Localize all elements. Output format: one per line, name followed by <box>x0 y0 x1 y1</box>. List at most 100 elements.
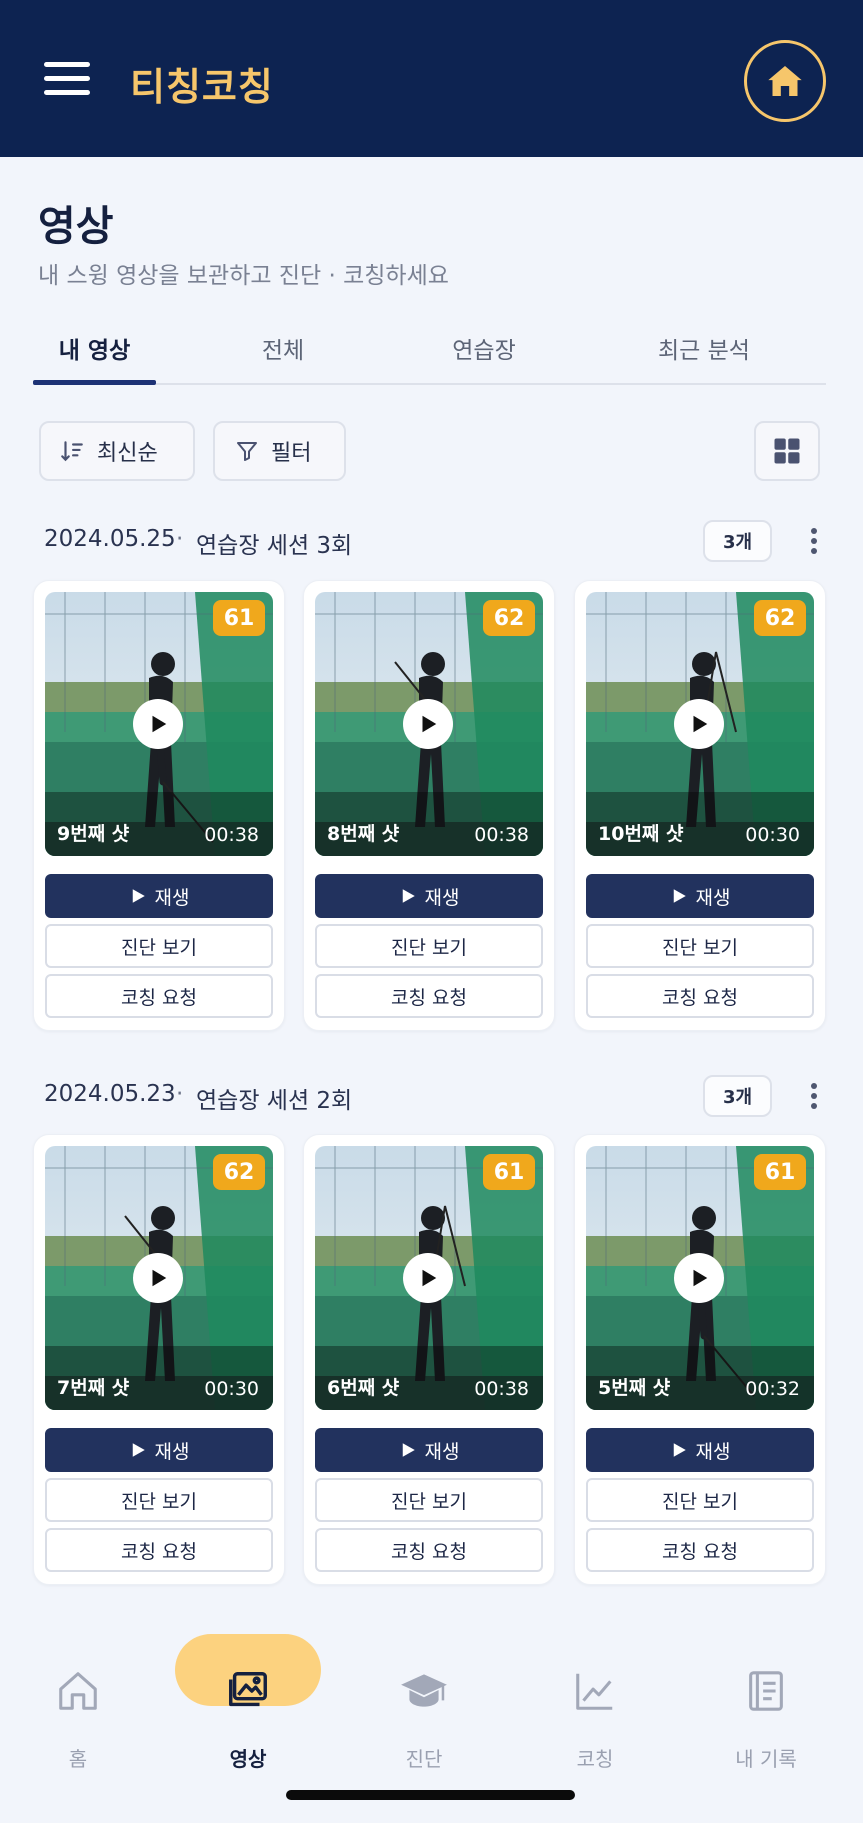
nav-label: 코칭 <box>576 1747 614 1771</box>
video-thumbnail[interactable]: 61 5번째 샷 00:32 <box>586 1146 814 1410</box>
play-icon <box>422 715 437 733</box>
request-coaching-button[interactable]: 코칭 요청 <box>315 1528 543 1572</box>
video-thumbnail[interactable]: 61 6번째 샷 00:38 <box>315 1146 543 1410</box>
page-title: 영상 <box>38 202 114 250</box>
nav-item-coaching[interactable]: 코칭 <box>522 1644 668 1771</box>
video-card: 62 7번째 샷 00:30 재생 진단 보기 코칭 요청 <box>33 1134 285 1585</box>
session-separator: · <box>176 1081 184 1107</box>
sort-button[interactable]: 최신순 <box>39 421 195 481</box>
nav-label: 내 기록 <box>735 1747 797 1771</box>
tab-practice-range[interactable]: 연습장 <box>429 325 539 385</box>
play-overlay-button[interactable] <box>403 1253 453 1303</box>
video-duration: 00:38 <box>204 824 259 846</box>
nav-item-my-records[interactable]: 내 기록 <box>693 1644 839 1771</box>
video-card: 61 9번째 샷 00:38 재생 진단 보기 코칭 요청 <box>33 580 285 1031</box>
video-card: 62 8번째 샷 00:38 재생 진단 보기 코칭 요청 <box>303 580 555 1031</box>
play-icon <box>132 889 145 903</box>
nav-item-home[interactable]: 홈 <box>5 1644 151 1771</box>
play-icon <box>673 889 686 903</box>
session-separator: · <box>176 526 184 552</box>
request-coaching-button[interactable]: 코칭 요청 <box>586 1528 814 1572</box>
tab-all[interactable]: 전체 <box>233 325 333 385</box>
play-button[interactable]: 재생 <box>45 1428 273 1472</box>
request-coaching-button[interactable]: 코칭 요청 <box>45 974 273 1018</box>
more-options-icon[interactable] <box>804 1083 824 1111</box>
play-button-label: 재생 <box>695 886 731 909</box>
video-duration: 00:38 <box>474 1378 529 1400</box>
play-button-label: 재생 <box>154 886 190 909</box>
tab-my-videos[interactable]: 내 영상 <box>33 325 156 385</box>
graduation-cap-icon <box>399 1666 449 1716</box>
play-icon <box>402 889 415 903</box>
play-button[interactable]: 재생 <box>586 874 814 918</box>
session-count-badge: 3개 <box>703 520 772 562</box>
play-icon <box>132 1443 145 1457</box>
app-header: 티칭코칭 <box>0 0 863 157</box>
nav-label: 진단 <box>405 1747 443 1771</box>
grid-view-icon <box>774 438 800 464</box>
request-coaching-button[interactable]: 코칭 요청 <box>45 1528 273 1572</box>
session-date: 2024.05.23 <box>44 1081 176 1107</box>
document-icon <box>741 1666 791 1716</box>
request-coaching-button[interactable]: 코칭 요청 <box>586 974 814 1018</box>
video-thumbnail[interactable]: 62 7번째 샷 00:30 <box>45 1146 273 1410</box>
play-overlay-button[interactable] <box>403 699 453 749</box>
play-button[interactable]: 재생 <box>315 874 543 918</box>
home-icon <box>53 1666 103 1716</box>
score-badge: 62 <box>483 600 535 636</box>
video-thumbnail[interactable]: 62 10번째 샷 00:30 <box>586 592 814 856</box>
more-options-icon[interactable] <box>804 528 824 556</box>
shot-label: 6번째 샷 <box>327 1377 400 1399</box>
play-button-label: 재생 <box>154 1440 190 1463</box>
nav-label: 홈 <box>68 1747 88 1771</box>
view-diagnosis-button[interactable]: 진단 보기 <box>586 1478 814 1522</box>
filter-button[interactable]: 필터 <box>213 421 346 481</box>
session-name: 연습장 세션 2회 <box>196 1088 353 1114</box>
home-button[interactable] <box>744 40 826 122</box>
video-thumbnail[interactable]: 62 8번째 샷 00:38 <box>315 592 543 856</box>
view-diagnosis-button[interactable]: 진단 보기 <box>586 924 814 968</box>
video-duration: 00:38 <box>474 824 529 846</box>
play-icon <box>693 715 708 733</box>
score-badge: 61 <box>213 600 265 636</box>
play-icon <box>422 1269 437 1287</box>
play-button[interactable]: 재생 <box>315 1428 543 1472</box>
tab-recent-analysis[interactable]: 최근 분석 <box>639 325 769 385</box>
tab-active-indicator <box>33 380 156 385</box>
play-button[interactable]: 재생 <box>45 874 273 918</box>
view-diagnosis-button[interactable]: 진단 보기 <box>315 1478 543 1522</box>
filter-icon <box>237 442 257 461</box>
view-diagnosis-button[interactable]: 진단 보기 <box>45 1478 273 1522</box>
play-icon <box>152 1269 167 1287</box>
session-header: 2024.05.23 · 연습장 세션 2회 3개 <box>44 1075 826 1119</box>
play-icon <box>402 1443 415 1457</box>
video-card: 61 5번째 샷 00:32 재생 진단 보기 코칭 요청 <box>574 1134 826 1585</box>
app-title: 티칭코칭 <box>130 65 274 109</box>
play-button[interactable]: 재생 <box>586 1428 814 1472</box>
menu-icon[interactable] <box>44 62 90 96</box>
play-overlay-button[interactable] <box>674 699 724 749</box>
play-overlay-button[interactable] <box>674 1253 724 1303</box>
play-button-label: 재생 <box>424 1440 460 1463</box>
shot-label: 9번째 샷 <box>57 823 130 845</box>
play-icon <box>152 715 167 733</box>
home-indicator <box>286 1790 575 1800</box>
page-subtitle: 내 스윙 영상을 보관하고 진단 · 코칭하세요 <box>38 263 449 289</box>
view-diagnosis-button[interactable]: 진단 보기 <box>315 924 543 968</box>
nav-item-diagnosis[interactable]: 진단 <box>351 1644 497 1771</box>
view-diagnosis-button[interactable]: 진단 보기 <box>45 924 273 968</box>
play-icon <box>673 1443 686 1457</box>
play-overlay-button[interactable] <box>133 699 183 749</box>
video-duration: 00:30 <box>204 1378 259 1400</box>
video-thumbnail[interactable]: 61 9번째 샷 00:38 <box>45 592 273 856</box>
score-badge: 61 <box>754 1154 806 1190</box>
play-button-label: 재생 <box>695 1440 731 1463</box>
session-count-badge: 3개 <box>703 1075 772 1117</box>
chart-line-icon <box>570 1666 620 1716</box>
play-overlay-button[interactable] <box>133 1253 183 1303</box>
video-card: 61 6번째 샷 00:38 재생 진단 보기 코칭 요청 <box>303 1134 555 1585</box>
nav-item-videos[interactable]: 영상 <box>175 1644 321 1771</box>
filter-label: 필터 <box>271 441 312 466</box>
grid-view-button[interactable] <box>754 421 820 481</box>
request-coaching-button[interactable]: 코칭 요청 <box>315 974 543 1018</box>
